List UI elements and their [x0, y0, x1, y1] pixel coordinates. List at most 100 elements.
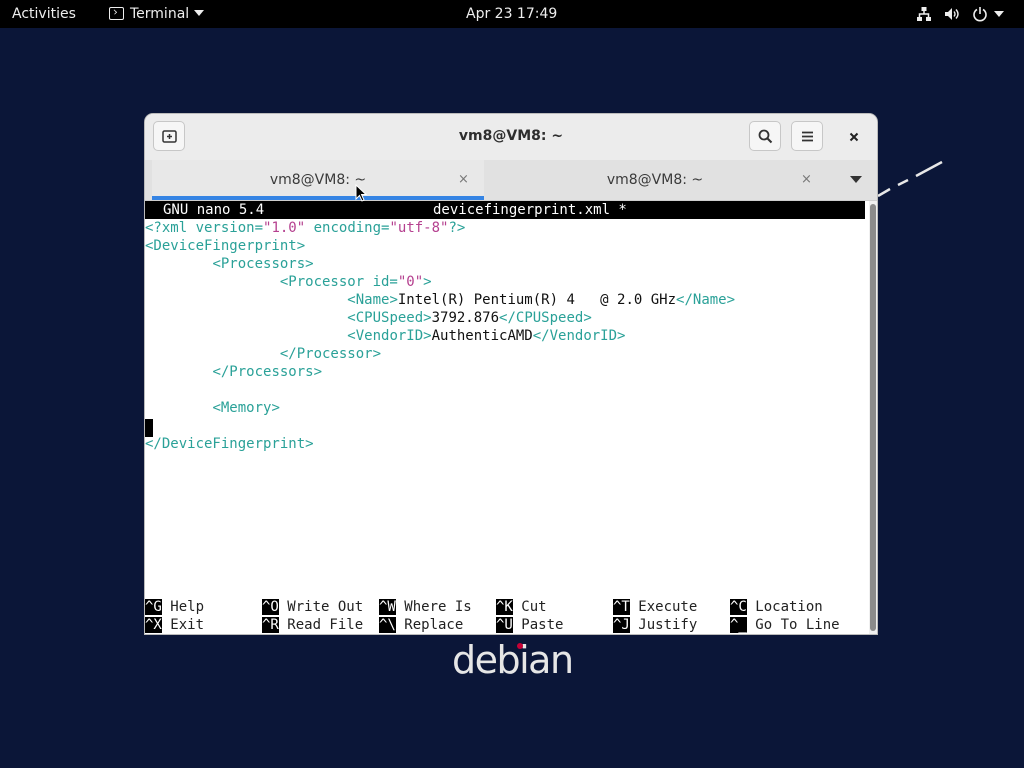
xml-attribute-value: "utf-8" [389, 220, 449, 236]
xml-markup: <?xml version= [145, 220, 264, 236]
editor-line: <DeviceFingerprint> [145, 237, 305, 255]
shortcut-go-to-line: ^_ Go To Line [730, 616, 840, 634]
shortcut-justify: ^J Justify [613, 616, 697, 634]
editor-line: <Name>Intel(R) Pentium(R) 4 @ 2.0 GHz</N… [145, 291, 735, 309]
tab-1[interactable]: vm8@VM8: ~ × [152, 160, 484, 200]
tab-close-icon[interactable]: × [458, 160, 469, 200]
xml-markup: <Memory> [212, 400, 280, 416]
editor-line: <Processor id="0"> [145, 273, 432, 291]
shortcut-cut: ^K Cut [496, 598, 547, 616]
shortcut-key: ^_ [730, 617, 747, 633]
editor-line: <CPUSpeed>3792.876</CPUSpeed> [145, 309, 592, 327]
shortcut-key: ^G [145, 599, 162, 615]
shortcut-key: ^O [262, 599, 279, 615]
tab-bar: vm8@VM8: ~ × vm8@VM8: ~ × [145, 160, 877, 201]
debian-logo: debian [452, 638, 574, 682]
close-window-button[interactable] [841, 124, 867, 150]
debian-logo-text: debian [452, 638, 574, 682]
nano-filename: devicefingerprint.xml * [433, 202, 627, 218]
terminal-content[interactable]: GNU nano 5.4 devicefingerprint.xml * <?x… [145, 201, 866, 634]
xml-text: Intel(R) Pentium(R) 4 @ 2.0 GHz [397, 292, 677, 308]
tab-label: vm8@VM8: ~ [269, 172, 367, 188]
shortcut-replace: ^\ Replace [379, 616, 463, 634]
xml-markup: </CPUSpeed> [499, 310, 592, 326]
wallpaper-decoration [877, 160, 943, 198]
shortcut-label: Exit [161, 617, 205, 633]
xml-markup: </Processors> [212, 364, 323, 380]
search-icon [758, 129, 773, 144]
volume-icon [945, 8, 959, 20]
xml-text: 3792.876 [431, 310, 500, 326]
hamburger-icon [802, 131, 813, 142]
search-button[interactable] [749, 121, 781, 151]
shortcut-location: ^C Location [730, 598, 823, 616]
chevron-down-icon [994, 11, 1004, 17]
tabs-dropdown-icon[interactable] [850, 176, 862, 184]
editor-line: <?xml version="1.0" encoding="utf-8"?> [145, 219, 465, 237]
mouse-pointer-icon [355, 184, 367, 202]
xml-attribute-value: "1.0" [263, 220, 306, 236]
header-bar[interactable]: vm8@VM8: ~ [145, 114, 877, 160]
xml-markup: <VendorID> [347, 328, 432, 344]
active-tab-indicator [152, 196, 484, 200]
tab-2[interactable]: vm8@VM8: ~ × [487, 160, 823, 200]
shortcut-label: Paste [512, 617, 564, 633]
scrollbar[interactable] [869, 201, 877, 634]
xml-markup: <DeviceFingerprint> [145, 238, 306, 254]
shortcut-label: Read File [278, 617, 364, 633]
shortcut-key: ^K [496, 599, 513, 615]
xml-markup: <Name> [347, 292, 398, 308]
editor-line: <Memory> [145, 399, 280, 417]
app-menu[interactable]: Terminal [109, 0, 205, 28]
text-cursor [145, 419, 153, 437]
power-icon [973, 7, 987, 22]
editor-line: </DeviceFingerprint> [145, 435, 314, 453]
xml-markup: <Processor id= [279, 274, 398, 290]
tab-close-icon[interactable]: × [801, 160, 812, 200]
shortcut-key: ^J [613, 617, 630, 633]
system-menu[interactable] [914, 0, 1014, 28]
shortcut-key: ^U [496, 617, 513, 633]
shortcut-label: Help [161, 599, 205, 615]
shortcut-key: ^W [379, 599, 396, 615]
shortcut-label: Location [746, 599, 823, 615]
menu-button[interactable] [791, 121, 823, 151]
shortcut-key: ^C [730, 599, 747, 615]
tab-label: vm8@VM8: ~ [606, 172, 704, 188]
new-tab-icon [162, 130, 177, 143]
xml-text: AuthenticAMD [431, 328, 533, 344]
nano-title-bar: GNU nano 5.4 devicefingerprint.xml * [145, 201, 865, 219]
xml-markup: ?> [448, 220, 466, 236]
shortcut-exit: ^X Exit [145, 616, 204, 634]
scrollbar-thumb[interactable] [870, 204, 876, 631]
xml-markup: <Processors> [212, 256, 314, 272]
activities-button[interactable]: Activities [12, 0, 76, 28]
shortcut-label: Where Is [395, 599, 472, 615]
shortcut-label: Go To Line [746, 617, 840, 633]
chevron-down-icon [194, 10, 205, 16]
xml-markup: <CPUSpeed> [347, 310, 432, 326]
terminal-icon [109, 7, 124, 20]
new-tab-button[interactable] [153, 121, 185, 151]
xml-markup: </DeviceFingerprint> [145, 436, 314, 452]
clock[interactable]: Apr 23 17:49 [466, 0, 557, 28]
shortcut-help: ^G Help [145, 598, 204, 616]
shortcut-label: Cut [512, 599, 547, 615]
debian-logo-dot [517, 643, 523, 649]
shortcut-key: ^X [145, 617, 162, 633]
shortcut-label: Replace [395, 617, 464, 633]
shortcut-write-out: ^O Write Out [262, 598, 363, 616]
xml-markup: </Name> [676, 292, 736, 308]
app-menu-label: Terminal [130, 6, 190, 22]
xml-attribute-value: "0" [397, 274, 424, 290]
xml-markup: > [423, 274, 432, 290]
editor-line: <VendorID>AuthenticAMD</VendorID> [145, 327, 625, 345]
terminal-window: vm8@VM8: ~ vm8@VM8: ~ × vm8@VM8: ~ × GNU… [145, 114, 877, 634]
